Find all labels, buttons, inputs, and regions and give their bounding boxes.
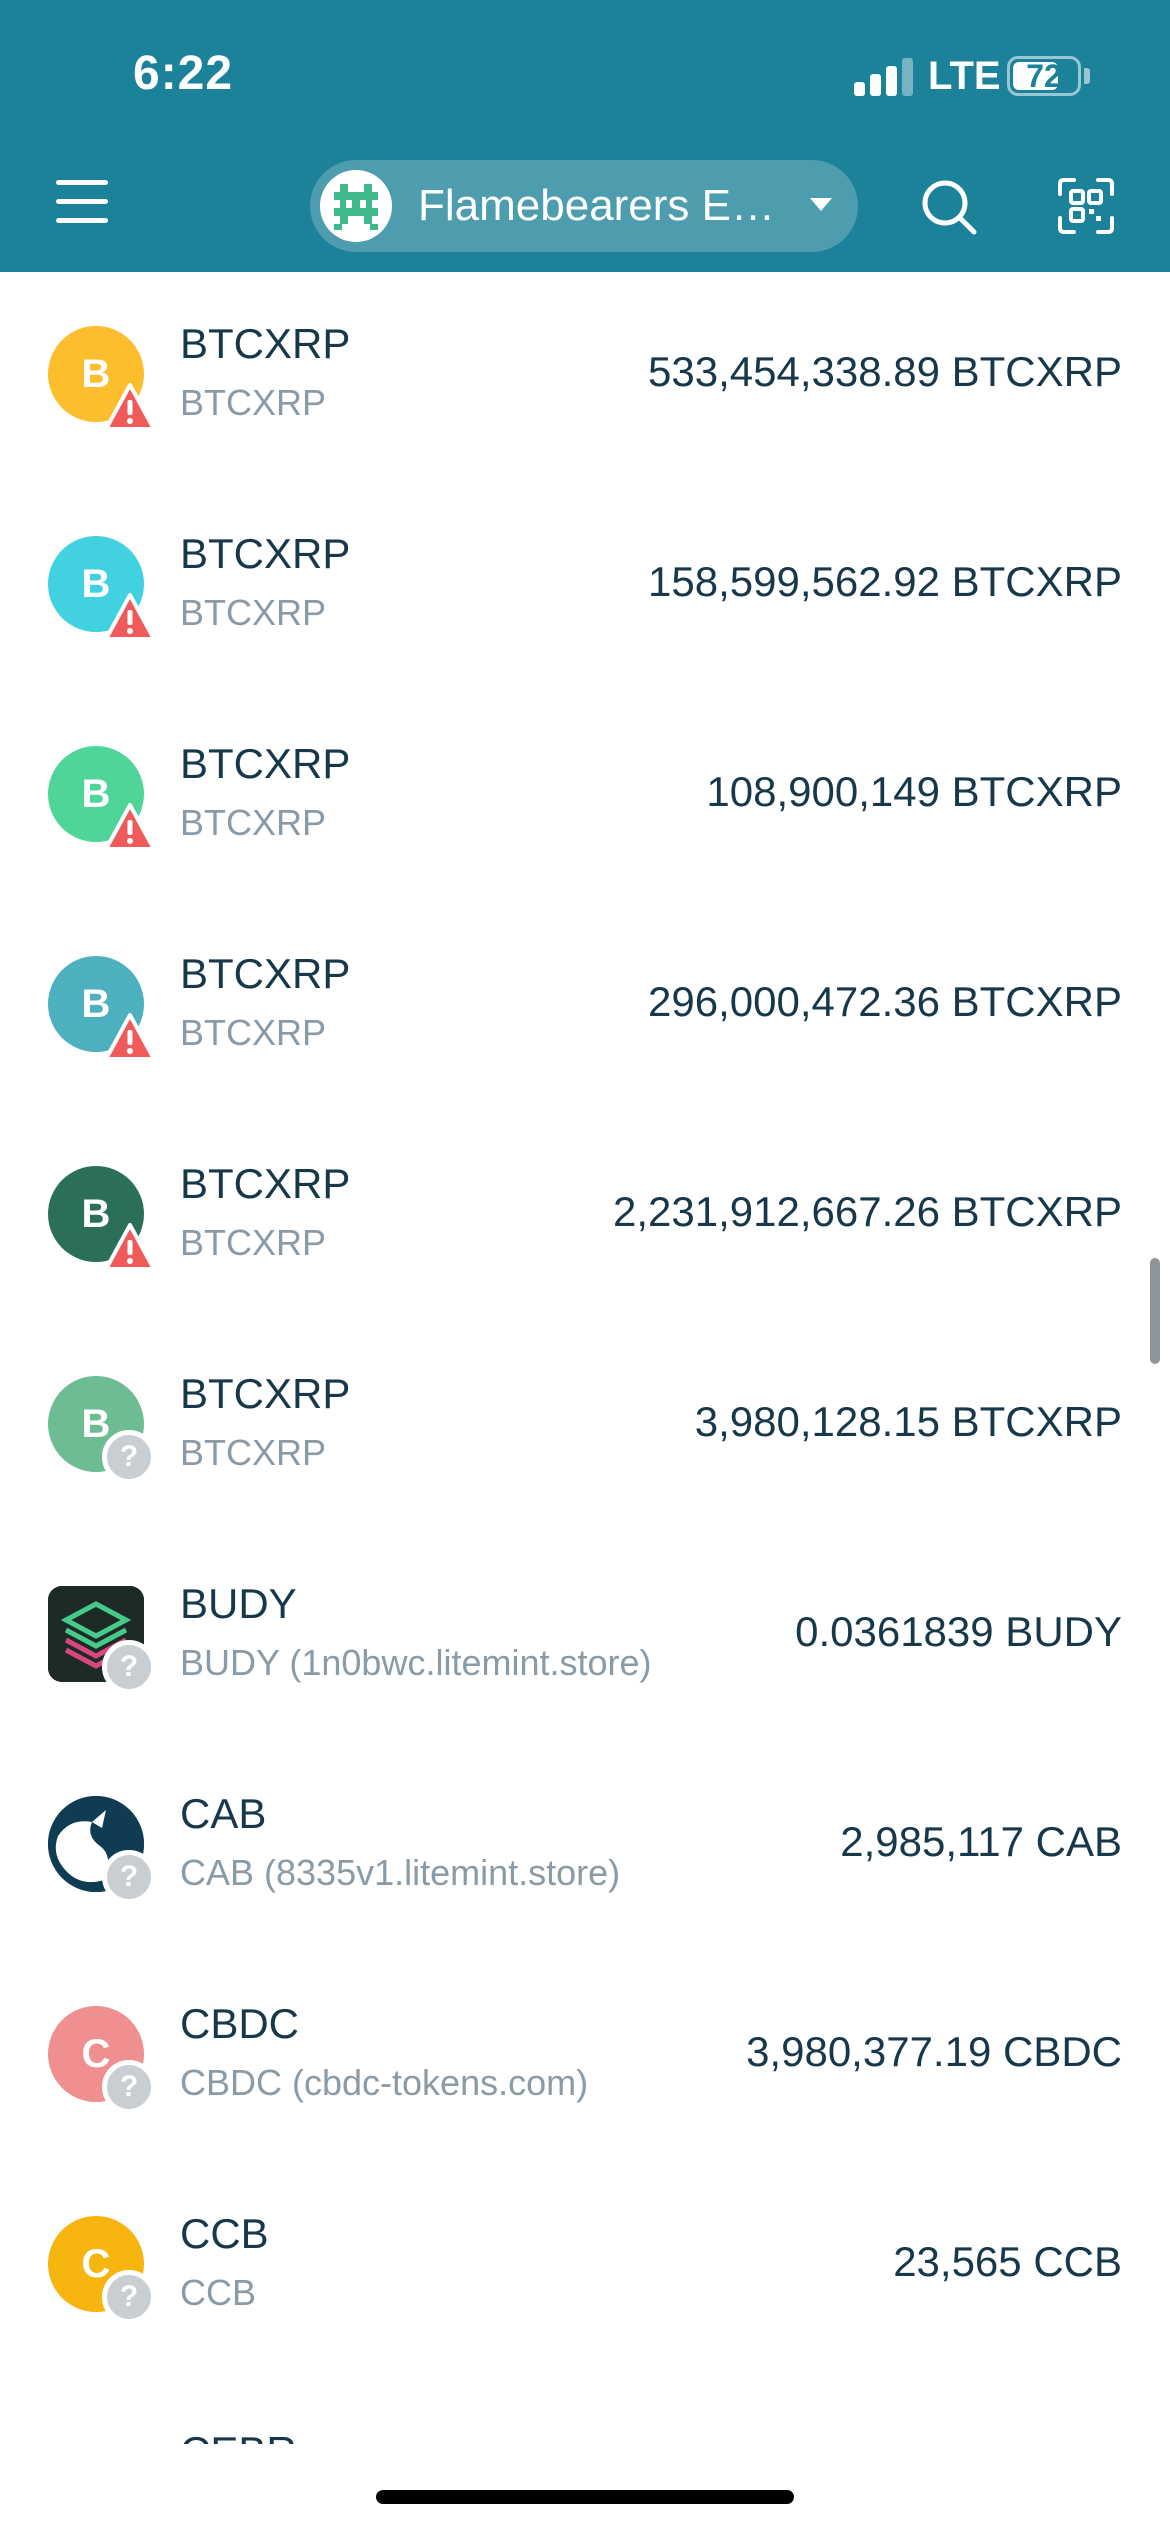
signal-bar bbox=[886, 66, 897, 96]
hamburger-menu-icon[interactable] bbox=[52, 170, 116, 234]
token-name: BTCXRP bbox=[180, 950, 351, 997]
token-name: CCB bbox=[180, 2210, 269, 2257]
token-issuer: BTCXRP bbox=[180, 802, 327, 843]
token-name: CAB bbox=[180, 1790, 267, 1837]
token-balance: 3,980,377.19 CBDC bbox=[746, 2028, 1122, 2075]
unknown-status-icon: ? bbox=[102, 1850, 156, 1904]
token-balance: 3,980,128.15 BTCXRP bbox=[694, 1398, 1122, 1445]
warning-icon bbox=[104, 382, 156, 434]
token-balance: 2,985,117 CAB bbox=[840, 1818, 1122, 1865]
token-balance: 158,599,562.92 BTCXRP bbox=[648, 558, 1122, 605]
home-indicator[interactable] bbox=[376, 2490, 794, 2504]
token-issuer: BTCXRP bbox=[180, 1432, 327, 1473]
token-balance: 23,565 CCB bbox=[893, 2238, 1122, 2285]
token-issuer: BTCXRP bbox=[180, 1222, 327, 1263]
search-icon[interactable] bbox=[918, 176, 980, 238]
signal-bar bbox=[854, 82, 865, 96]
token-issuer: BTCXRP bbox=[180, 592, 327, 633]
battery-nub bbox=[1084, 68, 1090, 84]
unknown-status-icon: ? bbox=[102, 2270, 156, 2324]
signal-bar bbox=[870, 74, 881, 96]
token-balance: 108,900,149 BTCXRP bbox=[706, 768, 1122, 815]
unknown-status-icon: ? bbox=[102, 1430, 156, 1484]
token-list-item[interactable]: ? BUDY BUDY (1n0bwc.litemint.store) 0.03618… bbox=[0, 1532, 1170, 1742]
unknown-status-icon: ? bbox=[102, 1640, 156, 1694]
token-issuer: BUDY (1n0bwc.litemint.store) bbox=[180, 1642, 652, 1683]
qr-scan-icon[interactable] bbox=[1056, 176, 1116, 236]
token-issuer: CCB bbox=[180, 2272, 257, 2313]
token-list-item[interactable]: B BTCXRP BTCXRP 108,900,149 BTCXRP bbox=[0, 692, 1170, 902]
token-list-item[interactable]: B BTCXRP BTCXRP 533,454,338.89 BTCXRP bbox=[0, 272, 1170, 482]
token-list-item[interactable]: C? CCB CCB 23,565 CCB bbox=[0, 2162, 1170, 2372]
network-type: LTE bbox=[928, 54, 1001, 98]
token-name: BTCXRP bbox=[180, 740, 351, 787]
partial-list-item: CEBR bbox=[180, 2428, 300, 2444]
warning-icon bbox=[104, 1012, 156, 1064]
token-list-item[interactable]: B BTCXRP BTCXRP 2,231,912,667.26 BTCXRP bbox=[0, 1112, 1170, 1322]
scrollbar[interactable] bbox=[1150, 1258, 1160, 1364]
token-list-item[interactable]: ? CAB CAB (8335v1.litemint.store) 2,985,117… bbox=[0, 1742, 1170, 1952]
token-name: BTCXRP bbox=[180, 530, 351, 577]
app-header: 6:22 LTE 72 Flamebearers E… bbox=[0, 0, 1170, 272]
cellular-signal-icon bbox=[854, 58, 916, 96]
status-bar: 6:22 LTE 72 bbox=[0, 0, 1170, 150]
wallet-name: Flamebearers E… bbox=[418, 181, 776, 230]
token-name: BTCXRP bbox=[180, 320, 351, 367]
token-list-item[interactable]: C? CBDC CBDC (cbdc-tokens.com) 3,980,377.19… bbox=[0, 1952, 1170, 2162]
token-balance: 533,454,338.89 BTCXRP bbox=[648, 348, 1122, 395]
status-time: 6:22 bbox=[133, 47, 234, 100]
token-balance: 0.0361839 BUDY bbox=[795, 1608, 1122, 1655]
token-list-item[interactable]: B BTCXRP BTCXRP 158,599,562.92 BTCXRP bbox=[0, 482, 1170, 692]
wallet-selector[interactable]: Flamebearers E… bbox=[310, 160, 858, 252]
unknown-status-icon: ? bbox=[102, 2060, 156, 2114]
token-issuer: BTCXRP bbox=[180, 382, 327, 423]
warning-icon bbox=[104, 592, 156, 644]
token-balance: 2,231,912,667.26 BTCXRP bbox=[612, 1188, 1122, 1235]
battery-level: 72 bbox=[1026, 58, 1062, 94]
token-list-item[interactable]: B? BTCXRP BTCXRP 3,980,128.15 BTCXRP bbox=[0, 1322, 1170, 1532]
token-name: BTCXRP bbox=[180, 1370, 351, 1417]
token-issuer: BTCXRP bbox=[180, 1012, 327, 1053]
token-balance: 296,000,472.36 BTCXRP bbox=[648, 978, 1122, 1025]
token-name: BTCXRP bbox=[180, 1160, 351, 1207]
wallet-avatar bbox=[320, 170, 392, 242]
signal-bar bbox=[902, 58, 913, 96]
warning-icon bbox=[104, 802, 156, 854]
token-list[interactable]: B BTCXRP BTCXRP 533,454,338.89 BTCXRP B BTCXR… bbox=[0, 272, 1170, 2432]
battery-icon: 72 bbox=[1007, 56, 1081, 96]
token-name: CBDC bbox=[180, 2000, 300, 2047]
token-issuer: CAB (8335v1.litemint.store) bbox=[180, 1852, 621, 1893]
token-issuer: CBDC (cbdc-tokens.com) bbox=[180, 2062, 589, 2103]
partial-token-name: CEBR bbox=[180, 2428, 297, 2444]
chevron-down-icon bbox=[810, 198, 832, 211]
token-list-item[interactable]: B BTCXRP BTCXRP 296,000,472.36 BTCXRP bbox=[0, 902, 1170, 1112]
token-name: BUDY bbox=[180, 1580, 297, 1627]
warning-icon bbox=[104, 1222, 156, 1274]
